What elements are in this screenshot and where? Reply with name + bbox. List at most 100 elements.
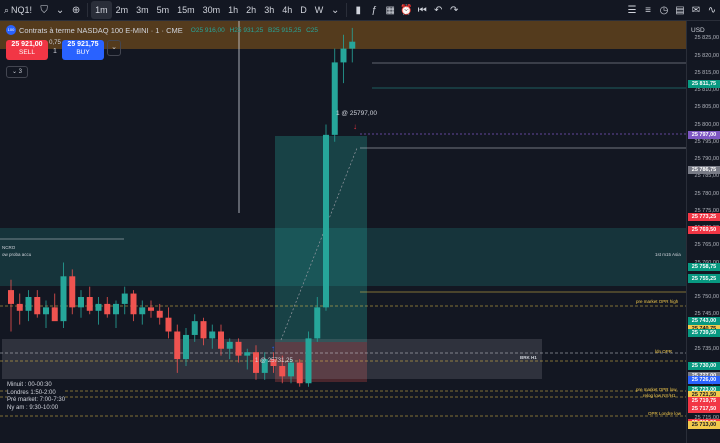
brk-label: BRK H1	[520, 355, 537, 360]
interval-W[interactable]: W	[311, 1, 328, 19]
price-badge: 25 730,00	[688, 362, 720, 370]
indicators-toggle[interactable]: ⌄ 3	[6, 66, 28, 78]
candle-body	[95, 303, 102, 311]
chat-icon[interactable]: ✉	[688, 1, 704, 19]
session-item: Ny am : 9:30-10:00	[7, 404, 59, 411]
asia-label: 1st m15 Asia	[655, 252, 681, 257]
layers-count: 3	[18, 69, 23, 75]
pulse-icon[interactable]: ∿	[704, 1, 720, 19]
notes-icon[interactable]: ▤	[672, 1, 688, 19]
chevron-down-icon[interactable]: ⌄	[52, 1, 68, 19]
session-item: Minuit : 00-00:30	[7, 382, 52, 388]
interval-15m[interactable]: 15m	[173, 1, 199, 19]
candle-body	[349, 41, 356, 49]
price-tick: 25 780,00	[694, 190, 719, 197]
qty-value[interactable]: 1	[48, 48, 62, 55]
interval-list: 1m 2m 3m 5m 15m 30m 1h 2h 3h 4h D W	[91, 1, 327, 19]
chart-title[interactable]: Contrats à terme NASDAQ 100 E-MINI · 1 ·…	[19, 26, 183, 35]
price-tick: 25 800,00	[694, 121, 719, 128]
candle-body	[8, 290, 14, 304]
spread-qty: 0,75 1	[48, 40, 62, 55]
interval-2m[interactable]: 2m	[112, 1, 133, 19]
buy-arrow-icon: ↑	[271, 344, 275, 353]
candle-body	[25, 297, 32, 311]
price-tick: 25 820,00	[694, 52, 719, 59]
session-item: Pré market: 7:00-7:30	[7, 397, 66, 403]
templates-icon[interactable]: ▦	[382, 1, 398, 19]
price-badge: 25 811,75	[688, 79, 720, 88]
interval-1m[interactable]: 1m	[91, 1, 112, 19]
exit-label: 1 @ 25731,25	[255, 358, 293, 364]
candle-body	[78, 297, 84, 308]
chart-pane[interactable]: NCRO ow proba accu 1st m15 Asia BRK H1 p…	[0, 21, 686, 443]
watchlist-icon[interactable]: ≡	[640, 1, 656, 19]
ohlc-low: B25 915,25	[268, 26, 302, 34]
interval-4h[interactable]: 4h	[278, 1, 296, 19]
trade-panel: 25 921,00 SELL 0,75 1 25 921,75 BUY ⌄	[6, 40, 121, 60]
add-compare-icon[interactable]: ⊕	[68, 1, 84, 19]
interval-chevron-icon[interactable]: ⌄	[327, 1, 343, 19]
interval-30m[interactable]: 30m	[199, 1, 225, 19]
candle-body	[121, 293, 128, 304]
interval-5m[interactable]: 5m	[153, 1, 174, 19]
buy-button[interactable]: 25 921,75 BUY	[62, 40, 104, 60]
candle-body	[218, 331, 224, 349]
chart-canvas[interactable]	[0, 21, 686, 443]
candle-body	[148, 307, 154, 311]
sell-label: SELL	[19, 49, 35, 57]
price-tick: 25 765,00	[694, 242, 719, 249]
candle-body	[130, 293, 137, 315]
interval-3h[interactable]: 3h	[260, 1, 278, 19]
price-tick: 25 795,00	[694, 138, 719, 145]
price-badge: 25 769,50	[688, 225, 720, 234]
candle-body	[244, 352, 251, 356]
candles-icon[interactable]: ▮	[350, 1, 366, 19]
redo-icon[interactable]: ↷	[446, 1, 462, 19]
clock-icon[interactable]: ◷	[656, 1, 672, 19]
alert-icon[interactable]: ⏰	[398, 1, 414, 19]
interval-1h[interactable]: 1h	[224, 1, 242, 19]
candle-body	[200, 321, 207, 339]
interval-3m[interactable]: 3m	[132, 1, 153, 19]
chevron-down-icon[interactable]: ⌄	[107, 40, 121, 56]
undo-icon[interactable]: ↶	[430, 1, 446, 19]
ny-low-label: relog low NY/H1	[643, 393, 676, 398]
candle-body	[156, 310, 163, 318]
top-toolbar: ⌕ NQ1! ⛉ ⌄ ⊕ 1m 2m 3m 5m 15m 30m 1h 2h 3h 4h D W ⌄ …	[0, 0, 720, 21]
replay-icon[interactable]: ⏮	[414, 1, 430, 19]
candle-body	[226, 341, 233, 349]
candle-body	[69, 276, 76, 308]
price-badge: 25 786,75	[688, 166, 720, 175]
candle-body	[113, 303, 119, 315]
symbol-search[interactable]: ⌕ NQ1!	[0, 1, 36, 19]
price-tick: 25 735,00	[694, 345, 719, 352]
candle-body	[288, 362, 294, 377]
price-axis[interactable]: USD 25 825,00 25 820,00 25 815,00 25 810,00…	[686, 21, 720, 443]
candle-body	[314, 307, 321, 339]
chart-header: 100 Contrats à terme NASDAQ 100 E-MINI ·…	[6, 25, 318, 35]
candle-body	[86, 297, 93, 311]
symbol-logo-icon: 100	[6, 25, 16, 35]
toolbar-divider	[346, 3, 348, 17]
indicators-icon[interactable]: ƒ	[366, 1, 382, 19]
candle-body	[183, 334, 189, 360]
candle-body	[51, 307, 58, 322]
interval-2h[interactable]: 2h	[242, 1, 260, 19]
layout-icon[interactable]: ☰	[624, 1, 640, 19]
candle-body	[323, 134, 329, 308]
interval-D[interactable]: D	[296, 1, 311, 19]
candle-body	[340, 48, 347, 63]
candle-body	[279, 366, 286, 377]
tag-icon[interactable]: ⛉	[36, 1, 52, 19]
buy-label: BUY	[76, 49, 90, 57]
candle-body	[43, 307, 49, 315]
buy-price: 25 921,75	[67, 41, 99, 48]
sell-button[interactable]: 25 921,00 SELL	[6, 40, 48, 60]
currency-label[interactable]: USD	[691, 27, 705, 34]
candle-body	[331, 62, 338, 135]
candle-body	[174, 331, 181, 360]
price-tick: 25 790,00	[694, 156, 719, 162]
ncro-label: NCRO	[2, 245, 16, 250]
proba-label: ow proba accu	[2, 252, 32, 257]
price-badge: 25 739,50	[688, 329, 720, 338]
